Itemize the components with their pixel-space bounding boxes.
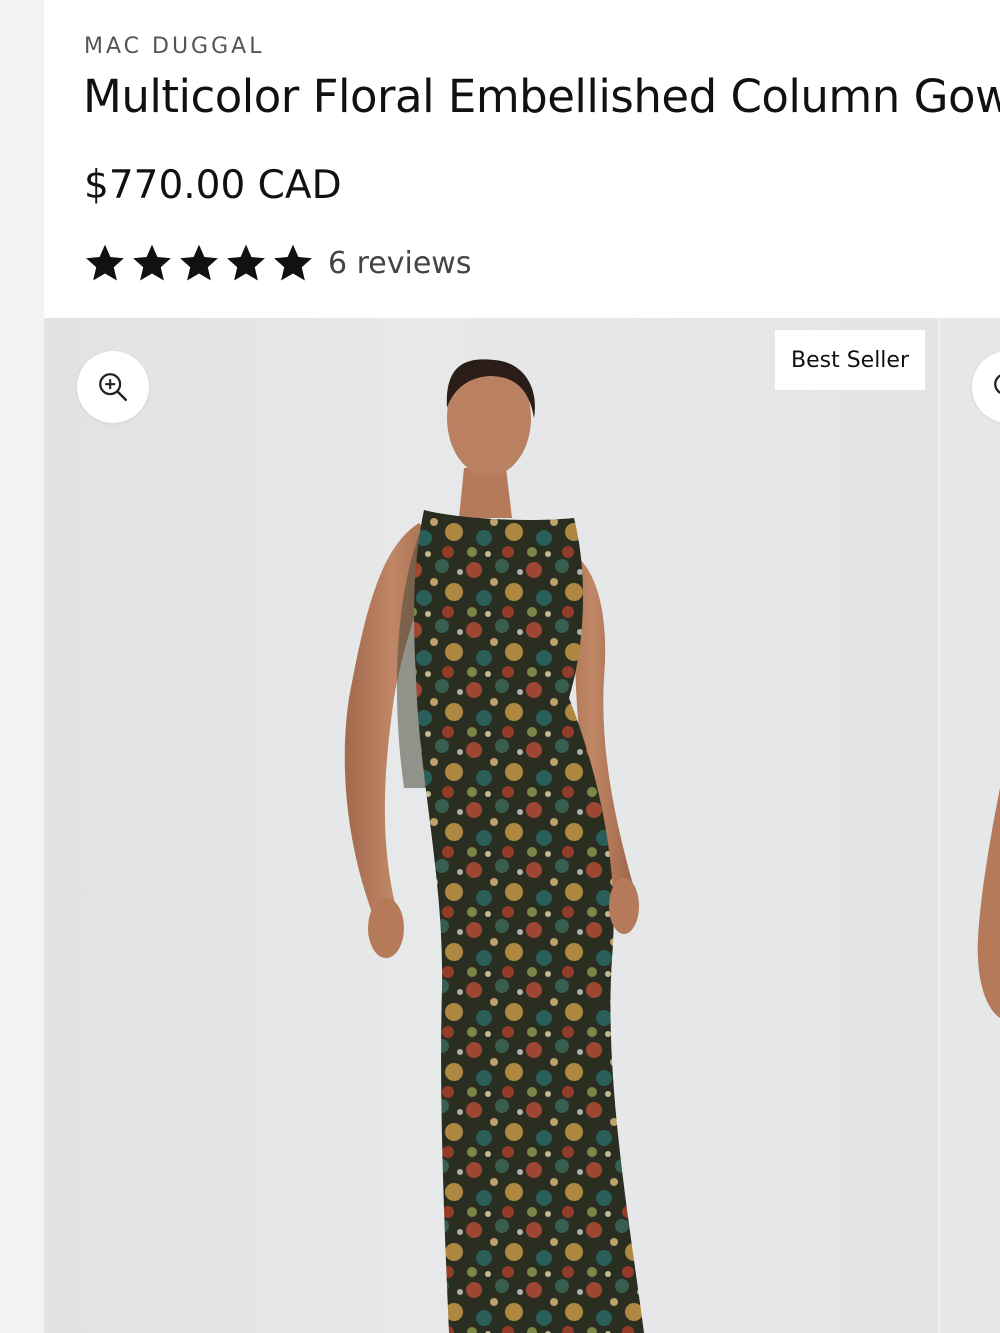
left-gutter <box>0 0 44 1333</box>
reviews-link[interactable]: 6 reviews <box>328 246 471 281</box>
star-icon <box>180 244 218 281</box>
star-icon <box>86 244 124 281</box>
product-title: Multicolor Floral Embellished Column Gow… <box>83 70 1000 123</box>
gallery-slide[interactable]: Best Seller <box>44 318 938 1333</box>
zoom-in-icon <box>994 374 1000 394</box>
rating-summary[interactable]: 6 reviews <box>84 242 471 284</box>
next-product-image <box>977 788 1000 1018</box>
star-rating <box>84 242 314 284</box>
star-icon <box>133 244 171 281</box>
product-price: $770.00 CAD <box>84 163 342 208</box>
star-icon <box>227 244 265 281</box>
product-info: MAC DUGGAL Multicolor Floral Embellished… <box>44 0 1000 318</box>
brand-name[interactable]: MAC DUGGAL <box>84 34 264 59</box>
star-icon <box>274 244 312 281</box>
zoom-in-icon <box>99 373 128 402</box>
best-seller-badge: Best Seller <box>775 330 925 390</box>
gallery-slide-next[interactable] <box>940 318 1000 1333</box>
product-image <box>344 359 644 1333</box>
zoom-button[interactable] <box>77 351 149 423</box>
product-gallery[interactable]: Best Seller <box>44 318 1000 1333</box>
